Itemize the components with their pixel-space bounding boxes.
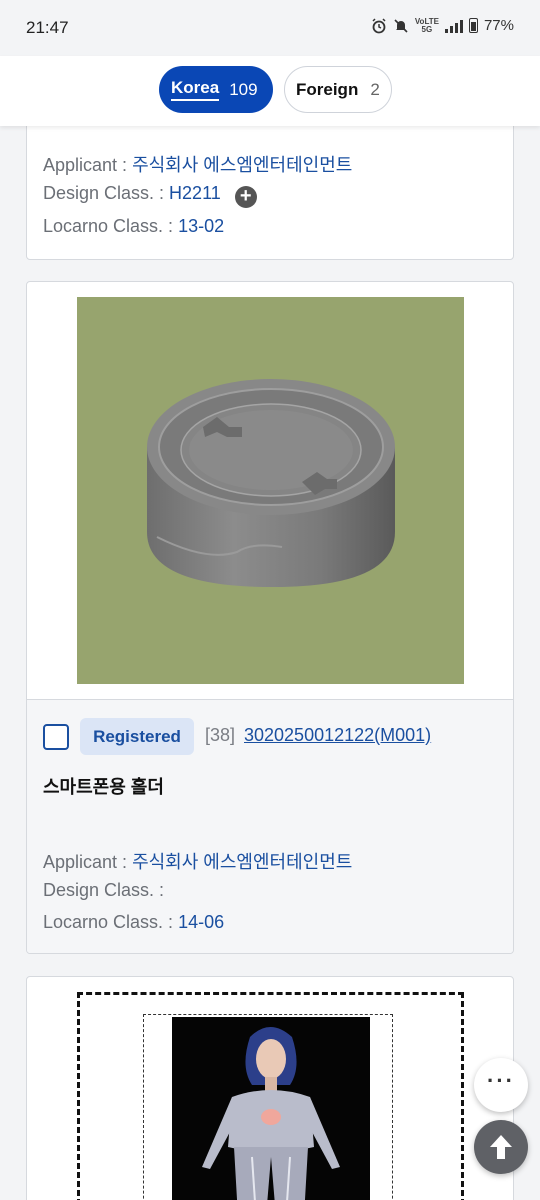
more-dots-icon: ···	[487, 1068, 515, 1093]
battery-percent: 77%	[483, 17, 514, 34]
design-image[interactable]	[77, 297, 464, 684]
design-title: 스마트폰용 홀더	[43, 777, 164, 797]
tab-foreign[interactable]: Foreign 2	[284, 66, 392, 113]
alarm-icon	[372, 17, 386, 33]
design-info-panel: Registered [38] 3020250012122(M001) 스마트폰…	[27, 699, 513, 953]
signal-icon	[444, 19, 463, 33]
status-time: 21:47	[26, 18, 69, 37]
tab-foreign-label: Foreign	[296, 79, 359, 99]
status-bar: 21:47 VoLTE 5G 77%	[0, 0, 540, 56]
design-class-row: Design Class. :	[43, 880, 165, 900]
registration-number-link[interactable]: 3020250012122(M001)	[244, 725, 431, 746]
locarno-class-row: Locarno Class. : 13-02	[43, 216, 225, 236]
locarno-class-value[interactable]: 14-06	[178, 912, 224, 932]
select-checkbox[interactable]	[43, 724, 69, 750]
expand-plus-icon[interactable]: +	[234, 186, 257, 208]
applicant-row: Applicant : 주식회사 에스엠엔터테인먼트	[43, 155, 353, 175]
applicant-row: Applicant : 주식회사 에스엠엔터테인먼트	[43, 852, 353, 872]
battery-icon	[468, 18, 478, 33]
applicant-link[interactable]: 주식회사 에스엠엔터테인먼트	[132, 852, 352, 872]
design-image[interactable]	[172, 1017, 370, 1200]
more-options-button[interactable]: ···	[474, 1058, 528, 1112]
tab-korea-count: 109	[229, 79, 258, 99]
design-card: Applicant : 주식회사 에스엠엔터테인먼트 Design Class.…	[26, 108, 514, 260]
kind-code: [38]	[205, 725, 236, 745]
scroll-to-top-button[interactable]	[474, 1120, 528, 1174]
design-card	[26, 976, 514, 1200]
applicant-link[interactable]: 주식회사 에스엠엔터테인먼트	[132, 155, 352, 175]
status-icons: VoLTE 5G 77%	[371, 17, 514, 34]
character-render-image	[202, 1027, 340, 1200]
tab-foreign-count: 2	[370, 79, 380, 99]
locarno-class-row: Locarno Class. : 14-06	[43, 912, 225, 932]
locarno-class-value[interactable]: 13-02	[178, 216, 224, 236]
design-card: Registered [38] 3020250012122(M001) 스마트폰…	[26, 281, 514, 954]
tab-korea-label: Korea	[171, 78, 220, 101]
country-tab-bar: Korea 109 Foreign 2	[0, 56, 540, 126]
status-badge: Registered	[80, 718, 194, 755]
tab-korea[interactable]: Korea 109	[159, 66, 273, 113]
network-indicator: VoLTE 5G	[414, 16, 439, 34]
arrow-up-icon	[490, 1135, 512, 1159]
design-class-value[interactable]: H2211	[169, 183, 221, 203]
holder-render-image	[147, 379, 395, 587]
mute-icon	[394, 18, 408, 33]
design-class-row: Design Class. : H2211 +	[43, 183, 257, 208]
